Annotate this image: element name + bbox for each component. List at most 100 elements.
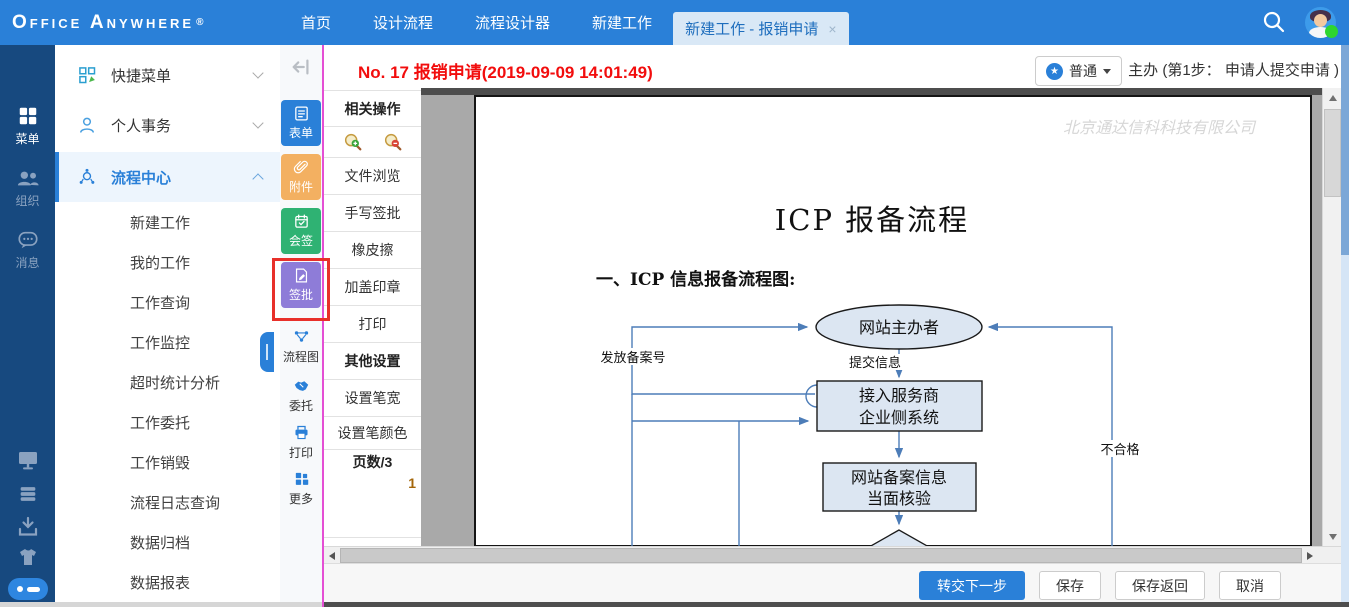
zoom-out-icon[interactable] <box>382 131 404 153</box>
printer-icon <box>293 424 310 441</box>
collapse-toolbar-button[interactable] <box>281 52 321 82</box>
document-viewer: 北京通达信科科技有限公司 ICP 报备流程 一、ICP 信息报备流程图: <box>421 88 1341 546</box>
rail-item-menu[interactable]: 菜单 <box>0 105 55 147</box>
work-title-red: No. 17 报销申请(2019-09-09 14:01:49) <box>358 58 653 83</box>
rail-collapse-pill[interactable] <box>8 578 48 600</box>
toolbar-button-label: 打印 <box>289 444 313 461</box>
nav-tab-design-flow[interactable]: 设计流程 <box>352 0 454 45</box>
scroll-down-arrow[interactable] <box>1323 527 1341 546</box>
toolbar-form-button[interactable]: 表单 <box>281 100 321 146</box>
rail-item-download[interactable] <box>0 515 55 539</box>
action-footer: 转交下一步 保存 保存返回 取消 <box>324 563 1349 607</box>
nav-tab-home[interactable]: 首页 <box>280 0 352 45</box>
toolbar-delegate-button[interactable]: 委托 <box>280 377 322 414</box>
app-window: Office Anywhere ® 首页 设计流程 流程设计器 新建工作 新建工… <box>0 0 1349 607</box>
flow-edge-fail-return <box>989 327 1112 546</box>
ops-current-page[interactable]: 1 <box>324 473 421 493</box>
sidebar-item-data-report[interactable]: 数据报表 <box>55 562 280 602</box>
close-icon[interactable]: × <box>828 22 836 36</box>
scroll-left-arrow[interactable] <box>324 547 340 564</box>
quick-menu-icon <box>77 65 97 85</box>
priority-value: 普通 <box>1069 61 1097 81</box>
rail-item-server[interactable] <box>0 483 55 505</box>
rail-item-theme[interactable] <box>0 545 55 569</box>
rail-item-messages[interactable]: 消息 <box>0 229 55 271</box>
nav-tab-new-work[interactable]: 新建工作 <box>571 0 673 45</box>
viewer-horizontal-scrollbar[interactable] <box>324 546 1318 564</box>
cancel-button[interactable]: 取消 <box>1219 571 1281 600</box>
toolbar-button-label: 委托 <box>289 397 313 414</box>
zoom-in-icon[interactable] <box>342 131 364 153</box>
sidebar-group-quick-menu[interactable]: 快捷菜单 <box>55 50 280 100</box>
arrow-to-bar-icon <box>290 56 312 78</box>
flow-node-box2: 网站备案信息 当面核验 <box>823 463 976 511</box>
window-vertical-scrollbar[interactable] <box>1341 45 1349 607</box>
form-icon <box>293 105 310 122</box>
triangle-down-icon <box>1329 534 1337 540</box>
scroll-right-arrow[interactable] <box>1302 547 1318 564</box>
toolbar-more-button[interactable]: 更多 <box>280 470 322 507</box>
vertical-scroll-thumb[interactable] <box>1324 109 1341 197</box>
save-button[interactable]: 保存 <box>1039 571 1101 600</box>
priority-dropdown[interactable]: ★ 普通 <box>1035 56 1122 86</box>
toolbar-flowchart-button[interactable]: 流程图 <box>280 328 322 365</box>
sidebar-collapse-handle[interactable] <box>260 332 274 372</box>
svg-text:网站备案信息: 网站备案信息 <box>851 468 947 487</box>
caret-down-icon <box>1103 69 1111 74</box>
save-return-button[interactable]: 保存返回 <box>1115 571 1205 600</box>
active-tab-new-work-expense[interactable]: 新建工作 - 报销申请 × <box>673 12 849 45</box>
more-squares-icon <box>293 470 310 487</box>
handshake-icon <box>293 377 310 394</box>
sidebar-item-data-archive[interactable]: 数据归档 <box>55 522 280 562</box>
active-indicator-bar <box>55 152 59 202</box>
toolbar-attachment-button[interactable]: 附件 <box>281 154 321 200</box>
ops-item-print[interactable]: 打印 <box>324 306 421 343</box>
sidebar-item-timeout-stats[interactable]: 超时统计分析 <box>55 362 280 402</box>
rail-item-desktop[interactable] <box>0 448 55 472</box>
sidebar-item-my-work[interactable]: 我的工作 <box>55 242 280 282</box>
sidebar-item-work-destroy[interactable]: 工作销毁 <box>55 442 280 482</box>
sidebar-item-new-work[interactable]: 新建工作 <box>55 202 280 242</box>
rail-label: 消息 <box>15 254 39 271</box>
ops-item-eraser[interactable]: 橡皮擦 <box>324 232 421 269</box>
sidebar-item-work-monitor[interactable]: 工作监控 <box>55 322 280 362</box>
horizontal-scroll-thumb[interactable] <box>340 548 1302 563</box>
sidebar-group-flow-center[interactable]: 流程中心 <box>55 152 280 202</box>
search-icon[interactable] <box>1261 9 1287 35</box>
sidebar-item-flow-log-query[interactable]: 流程日志查询 <box>55 482 280 522</box>
document-page[interactable]: 北京通达信科科技有限公司 ICP 报备流程 一、ICP 信息报备流程图: <box>474 95 1312 546</box>
viewer-vertical-scrollbar[interactable] <box>1322 88 1341 546</box>
current-step-text: 主办 (第1步： 申请人提交申请 ) <box>1128 59 1339 80</box>
person-icon <box>77 115 97 135</box>
flow-node-diamond-partial <box>862 530 936 546</box>
ops-pages-label: 页数/3 <box>324 450 421 473</box>
ops-divider <box>324 537 421 538</box>
ops-item-pen-width[interactable]: 设置笔宽 <box>324 380 421 417</box>
document-watermark: 北京通达信科科技有限公司 <box>1063 114 1255 138</box>
ops-item-pen-color[interactable]: 设置笔颜色 <box>324 417 421 450</box>
ops-item-stamp[interactable]: 加盖印章 <box>324 269 421 306</box>
sidebar-group-personal[interactable]: 个人事务 <box>55 100 280 150</box>
pill-bar-icon <box>27 587 40 592</box>
app-logo: Office Anywhere ® <box>12 0 203 45</box>
rail-item-org[interactable]: 组织 <box>0 167 55 209</box>
flowchart-icon <box>293 328 310 345</box>
ops-item-file-browse[interactable]: 文件浏览 <box>324 158 421 195</box>
forward-next-step-button[interactable]: 转交下一步 <box>919 571 1025 600</box>
toolbar-button-label: 签批 <box>289 286 313 303</box>
scroll-up-arrow[interactable] <box>1323 88 1341 107</box>
toolbar-sign-button[interactable]: 签批 <box>281 262 321 308</box>
toolbar-button-label: 流程图 <box>283 348 319 365</box>
sidebar-item-work-delegate[interactable]: 工作委托 <box>55 402 280 442</box>
ops-item-handwrite-sign[interactable]: 手写签批 <box>324 195 421 232</box>
toolbar-print-button[interactable]: 打印 <box>280 424 322 461</box>
viewer-top-strip <box>421 88 1341 95</box>
toolbar-countersign-button[interactable]: 会签 <box>281 208 321 254</box>
chat-bubble-icon <box>17 229 39 251</box>
svg-text:接入服务商: 接入服务商 <box>859 386 939 405</box>
nav-tab-flow-designer[interactable]: 流程设计器 <box>454 0 571 45</box>
svg-text:不合格: 不合格 <box>1100 442 1139 458</box>
window-scroll-thumb[interactable] <box>1341 45 1349 255</box>
sidebar-item-work-query[interactable]: 工作查询 <box>55 282 280 322</box>
related-operations-panel: 相关操作 文件浏览 手写签批 橡皮擦 加盖印章 打印 <box>324 88 422 546</box>
